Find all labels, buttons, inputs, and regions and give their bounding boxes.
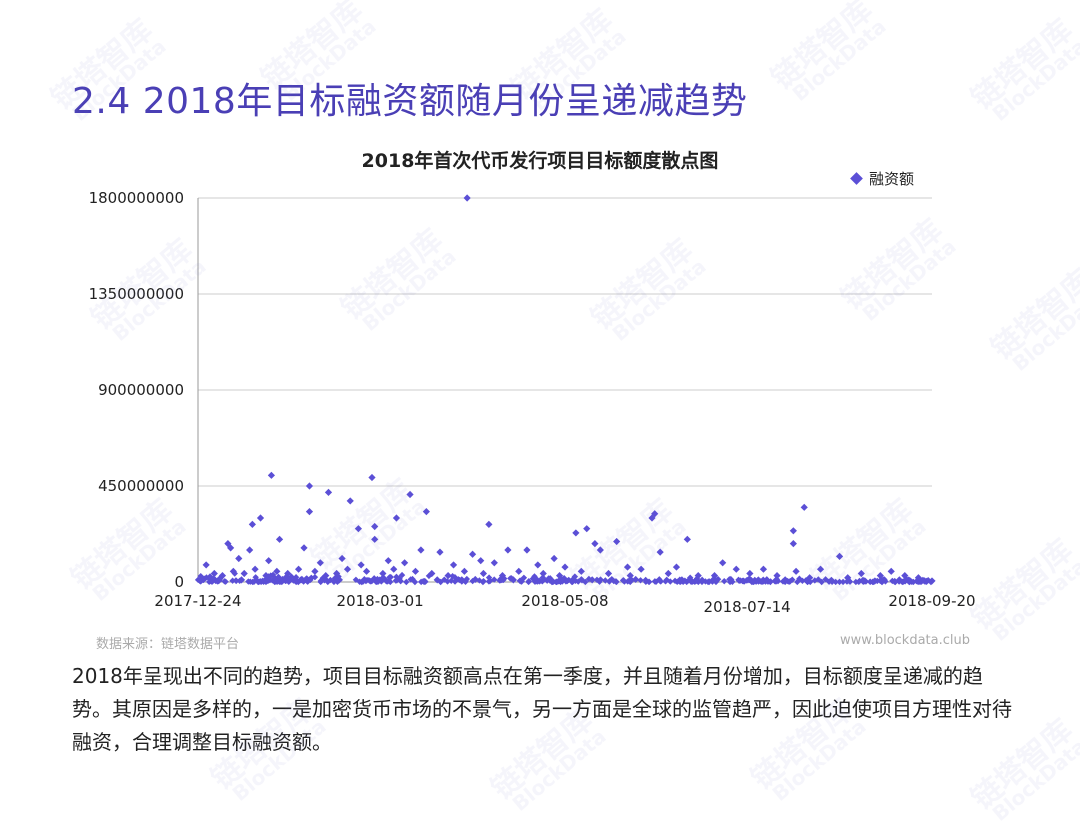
data-point [235,554,243,563]
data-point [449,561,458,569]
y-tick-label: 1350000000 [89,285,184,303]
data-point [422,508,430,516]
data-point [368,473,376,482]
data-point [362,567,371,575]
data-point [248,520,256,528]
data-point [477,557,485,565]
data-point [338,554,346,563]
y-tick-label: 0 [174,573,184,591]
data-point [463,194,471,202]
data-point [354,525,362,533]
data-point [572,529,580,537]
data-point [232,577,240,585]
data-point [623,563,632,571]
data-point [887,567,895,575]
data-point [800,503,808,511]
data-point [816,565,825,573]
data-point [417,546,425,554]
data-point [789,540,797,548]
body-paragraph: 2018年呈现出不同的趋势，项目目标融资额高点在第一季度，并且随着月份增加，目标… [72,664,1012,754]
data-point [251,565,259,573]
data-point [523,546,531,554]
data-point [664,569,672,578]
data-point [300,544,308,552]
x-tick-label: 2018-09-20 [888,592,975,610]
y-tick-label: 900000000 [98,381,184,399]
data-point [275,535,284,543]
data-point [392,514,401,522]
data-point [792,567,800,575]
data-point [637,565,645,573]
data-point [515,567,523,575]
data-point [246,546,254,554]
x-tick-label: 2017-12-24 [154,592,241,610]
source-note: 数据来源：链塔数据平台 [96,637,240,652]
data-point [490,559,498,567]
data-point [596,546,604,554]
data-point [324,488,333,496]
data-point [683,535,691,543]
y-tick-label: 450000000 [98,477,184,495]
data-point [759,565,768,573]
data-point [240,569,248,578]
data-point [719,559,727,567]
data-point [202,561,210,569]
data-point [311,567,319,575]
x-tick-label: 2018-07-14 [704,598,791,616]
data-point [485,520,493,528]
data-point [265,557,273,565]
data-point [305,508,314,516]
data-point [316,559,324,567]
data-point [604,569,613,578]
scatter-chart: 0 450000000 900000000 1350000000 1800000000 2… [89,189,976,616]
data-point [835,552,844,560]
data-point [479,569,488,578]
data-point [577,567,585,575]
data-point [256,514,265,522]
data-point [656,548,664,556]
data-point [721,577,728,585]
website-note: www.blockdata.club [840,633,970,648]
data-point [346,497,354,505]
data-point [305,482,314,490]
data-point [460,567,469,575]
data-point [789,527,797,535]
data-point [384,557,392,565]
data-point [401,559,409,567]
data-point [504,546,512,554]
data-point [390,565,398,573]
data-point [613,537,621,546]
data-point [371,522,379,531]
data-point [267,471,275,479]
data-point [343,565,352,573]
data-point [857,569,865,578]
data-point [591,540,599,548]
data-point [732,565,740,573]
data-point [672,563,681,571]
data-point [406,490,414,499]
data-point [411,567,420,575]
data-point [561,563,569,571]
y-tick-label: 1800000000 [89,189,184,207]
data-point [357,561,365,569]
data-point [468,550,477,558]
x-tick-label: 2018-05-08 [521,592,608,610]
x-tick-label: 2018-03-01 [337,592,424,610]
data-point [371,535,379,543]
data-point [550,554,558,563]
data-point [436,548,444,556]
data-point [294,565,303,573]
data-point [583,525,591,533]
data-point [534,561,542,569]
data-point [839,578,847,586]
